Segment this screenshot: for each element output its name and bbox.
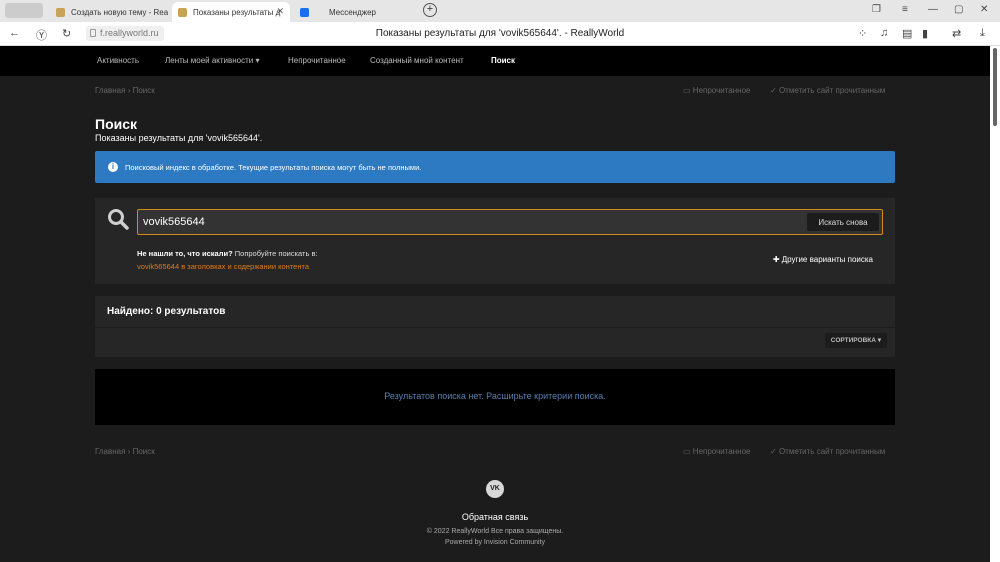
results-count: Найдено: 0 результатов [107, 306, 226, 317]
mark-read-link-bottom[interactable]: ✓ Отметить сайт прочитанным [770, 447, 885, 456]
unread-label: Непрочитанное [692, 447, 751, 456]
messenger-icon [300, 7, 309, 17]
not-found-bold: Не нашли то, что искали? [137, 249, 233, 258]
menu-icon[interactable]: ≡ [902, 4, 908, 15]
nav-activity-feeds[interactable]: Ленты моей активности ▾ [165, 56, 260, 65]
info-icon: i [108, 162, 118, 172]
check-icon: ✓ [770, 86, 777, 95]
headphones-icon[interactable]: ♫ [880, 27, 888, 39]
minimize-icon[interactable]: — [928, 4, 938, 15]
plus-icon: ✚ [772, 255, 780, 264]
mark-read-link[interactable]: ✓ Отметить сайт прочитанным [770, 86, 885, 95]
unread-label: Непрочитанное [692, 86, 751, 95]
breadcrumb-current: Поиск [132, 447, 155, 456]
nav-activity[interactable]: Активность [97, 56, 139, 65]
empty-results-text: Результатов поиска нет. Расширьте критер… [384, 391, 606, 401]
tab-search-results[interactable]: Показаны результаты д ✕ [172, 2, 290, 22]
site-favicon-icon [178, 7, 187, 17]
tab-label: Создать новую тему - Rea [71, 7, 168, 17]
powered-by-link[interactable]: Powered by Invision Community [445, 539, 545, 546]
download-icon[interactable]: ⤓ [980, 27, 985, 40]
powered-by: Powered by Invision Community [0, 539, 990, 546]
page-heading: Поиск [95, 116, 138, 132]
tab-create-topic[interactable]: Создать новую тему - Rea [50, 2, 168, 22]
more-search-options[interactable]: ✚ Другие варианты поиска [773, 255, 873, 264]
search-again-button[interactable]: Искать снова [807, 213, 879, 231]
vk-icon[interactable]: VK [486, 480, 504, 498]
browser-tab-bar: Создать новую тему - Rea Показаны резуль… [0, 0, 1000, 22]
check-icon: ✓ [770, 447, 777, 456]
bookmark-icon[interactable]: ▮ [922, 27, 928, 40]
unread-link-bottom[interactable]: ▭ Непрочитанное [683, 447, 750, 456]
maximize-icon[interactable]: ▢ [954, 4, 963, 15]
mark-read-label: Отметить сайт прочитанным [778, 86, 886, 95]
copyright: © 2022 ReallyWorld Все права защищены. [426, 528, 564, 535]
nav-my-content[interactable]: Созданный мной контент [370, 56, 464, 65]
extensions-icon[interactable]: ⁘ [858, 27, 867, 40]
breadcrumb-bottom: Главная › Поиск [95, 447, 155, 456]
nav-search[interactable]: Поиск [491, 56, 515, 65]
search-panel: vovik565644 Искать снова Не нашли то, чт… [95, 198, 895, 284]
breadcrumb-home[interactable]: Главная [95, 86, 125, 95]
address-bar: ← Ⓨ ↻ f.reallyworld.ru Показаны результа… [0, 22, 1000, 46]
tab-label: Мессенджер [329, 7, 376, 17]
browser-menu-button[interactable] [5, 3, 43, 18]
search-icon [108, 209, 129, 230]
unread-icon: ▭ [683, 447, 691, 456]
breadcrumb-separator: › [127, 447, 131, 456]
feedback-link: Обратная связь [0, 512, 990, 522]
breadcrumb-home[interactable]: Главная [95, 447, 125, 456]
site-favicon-icon [56, 7, 65, 17]
search-suggestion-link[interactable]: vovik565644 в заголовках и содержании ко… [137, 262, 309, 271]
tabs-overview-icon[interactable]: ❐ [872, 4, 881, 15]
scrollbar[interactable] [990, 46, 1000, 562]
results-panel: Найдено: 0 результатов СОРТИРОВКА ▾ [95, 296, 895, 357]
divider [95, 327, 895, 328]
mark-read-label: Отметить сайт прочитанным [778, 447, 886, 456]
breadcrumb-current: Поиск [132, 86, 155, 95]
page-subtitle: Показаны результаты для 'vovik565644'. [95, 133, 263, 143]
unread-icon: ▭ [683, 86, 691, 95]
reader-icon[interactable]: ▤ [902, 27, 912, 40]
new-tab-button[interactable]: + [423, 3, 437, 17]
close-window-icon[interactable]: ✕ [980, 4, 988, 15]
breadcrumb: Главная › Поиск [95, 86, 155, 95]
site-nav: Активность Ленты моей активности ▾ Непро… [0, 46, 1000, 76]
search-input-value: vovik565644 [143, 216, 205, 228]
page-title-bar: Показаны результаты для 'vovik565644'. -… [375, 28, 625, 39]
feedback-label[interactable]: Обратная связь [462, 512, 528, 522]
info-text: Поисковый индекс в обработке. Текущие ре… [125, 163, 422, 172]
nav-unread[interactable]: Непрочитанное [288, 56, 346, 65]
more-options-label: Другие варианты поиска [781, 255, 873, 264]
close-tab-icon[interactable]: ✕ [276, 6, 284, 17]
unread-link[interactable]: ▭ Непрочитанное [683, 86, 750, 95]
empty-results: Результатов поиска нет. Расширьте критер… [95, 369, 895, 425]
translate-icon[interactable]: ⇄ [952, 27, 961, 40]
not-found-text: Не нашли то, что искали? Попробуйте поис… [137, 249, 318, 258]
tab-messenger[interactable]: Мессенджер [294, 2, 412, 22]
breadcrumb-separator: › [127, 86, 131, 95]
scrollbar-thumb[interactable] [993, 48, 997, 126]
not-found-rest: Попробуйте поискать в: [232, 249, 318, 258]
info-message: i Поисковый индекс в обработке. Текущие … [95, 151, 895, 183]
sort-button[interactable]: СОРТИРОВКА ▾ [824, 333, 887, 348]
tab-label: Показаны результаты д [193, 7, 281, 17]
search-input[interactable]: vovik565644 Искать снова [137, 209, 883, 235]
